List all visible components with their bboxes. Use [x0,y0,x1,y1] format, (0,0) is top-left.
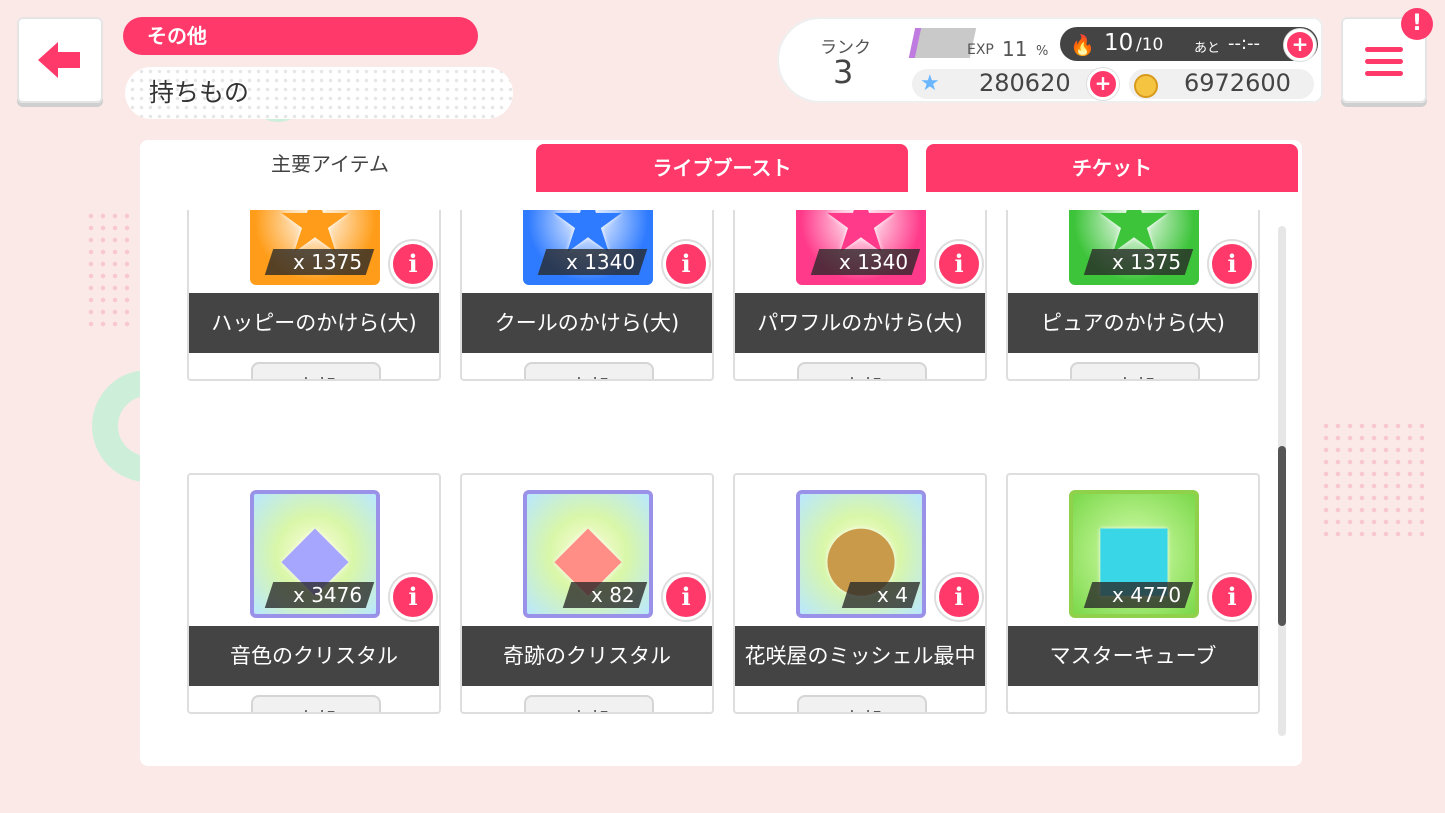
item-quantity-badge: x 82 [563,582,648,608]
item-quantity-badge: x 4 [841,582,921,608]
item-info-button[interactable]: i [1209,574,1255,620]
coin-icon [1134,74,1158,98]
item-list-panel: 主要アイテム ライブブースト チケット ★x 1375iハッピーのかけら(大)売… [140,140,1302,766]
item-card: ★x 1375i ハッピーのかけら(大) 売却 [187,210,441,381]
scrollbar-track[interactable] [1278,226,1286,736]
item-name: 花咲屋のミッシェル最中 [735,626,985,686]
item-quantity: x 4 [877,583,908,607]
star-gem-count: 280620 [979,69,1071,97]
item-thumbnail[interactable]: ★ x 1375 [250,210,380,285]
item-thumbnail[interactable]: ◆ x 82 [523,490,653,618]
item-card: ◆x 82i 奇跡のクリスタル売却 [460,473,714,714]
star-gem-icon: ★ [920,71,940,96]
item-name: マスターキューブ [1008,626,1258,686]
item-quantity-badge: x 1375 [264,249,375,275]
live-points-max: /10 [1136,35,1164,55]
live-points-pill: 🔥 10 /10 あと --:-- [1060,27,1318,61]
back-button[interactable] [17,17,103,103]
item-quantity: x 82 [591,583,635,607]
item-quantity: x 1375 [292,250,362,274]
exp-label: EXP [967,42,994,58]
item-thumbnail[interactable]: ● x 4 [796,490,926,618]
add-live-points-button[interactable]: + [1284,29,1316,61]
exp-unit: % [1036,44,1049,59]
item-name: パワフルのかけら(大) [735,293,985,353]
rank-value: 3 [833,53,854,91]
player-status-panel: ランク 3 EXP 11 % 🔥 10 /10 あと --:-- + ★ 280… [777,17,1323,103]
item-card: ●x 4i 花咲屋のミッシェル最中売却 [733,473,987,714]
item-info-button[interactable]: i [663,574,709,620]
flame-icon: 🔥 [1070,33,1095,57]
sell-button[interactable]: 売却 [524,695,654,712]
screen-category: その他 [123,17,478,55]
item-info-button[interactable]: i [390,574,436,620]
item-card: ◆x 3476i 音色のクリスタル売却 [187,473,441,714]
item-card: ★x 1375i ピュアのかけら(大) 売却 [1006,210,1260,381]
live-points-value: 10 [1104,30,1134,56]
cannot-sell-label: 売却できません [1008,707,1258,712]
item-quantity-badge: x 3476 [264,582,375,608]
item-quantity-badge: x 4770 [1083,582,1194,608]
item-quantity: x 1340 [565,250,635,274]
exp-value: 11 [1002,37,1028,61]
item-info-button[interactable]: i [663,241,709,287]
item-name: 音色のクリスタル [189,626,439,686]
bg-dots-deco [1320,420,1430,540]
item-grid: ★x 1375iハッピーのかけら(大)売却★x 1340iクールのかけら(大)売… [140,210,1270,738]
back-arrow-icon [38,42,80,78]
sell-button[interactable]: 売却 [251,362,381,379]
item-card: ■x 4770i マスターキューブ売却できません [1006,473,1260,714]
item-thumbnail[interactable]: ★ x 1340 [796,210,926,285]
item-card: ★x 1340i クールのかけら(大) 売却 [460,210,714,381]
item-quantity-badge: x 1340 [810,249,921,275]
item-thumbnail[interactable]: ◆ x 3476 [250,490,380,618]
screen-title: 持ちもの [125,67,513,119]
item-card: ★x 1340i パワフルのかけら(大) 売却 [733,210,987,381]
item-thumbnail[interactable]: ■ x 4770 [1069,490,1199,618]
bg-dots-deco [85,210,135,330]
item-name: ピュアのかけら(大) [1008,293,1258,353]
item-quantity: x 1340 [838,250,908,274]
sell-button[interactable]: 売却 [797,695,927,712]
sell-button[interactable]: 売却 [251,695,381,712]
recover-label: あと [1194,41,1221,56]
item-quantity: x 1375 [1111,250,1181,274]
notification-alert-icon: ! [1401,8,1433,40]
tab-tickets[interactable]: チケット [926,144,1298,192]
item-quantity: x 4770 [1111,583,1181,607]
item-thumbnail[interactable]: ★ x 1340 [523,210,653,285]
item-thumbnail[interactable]: ★ x 1375 [1069,210,1199,285]
sell-button[interactable]: 売却 [524,362,654,379]
tab-live-boost[interactable]: ライブブースト [536,144,908,192]
item-name: 奇跡のクリスタル [462,626,712,686]
sell-button[interactable]: 売却 [1070,362,1200,379]
buy-star-gems-button[interactable]: + [1087,68,1119,100]
item-info-button[interactable]: i [936,574,982,620]
item-quantity: x 3476 [292,583,362,607]
item-quantity-badge: x 1340 [537,249,648,275]
coin-count: 6972600 [1184,69,1291,97]
scrollbar-thumb[interactable] [1278,446,1286,626]
tab-main-items[interactable]: 主要アイテム [140,140,520,192]
item-info-button[interactable]: i [390,241,436,287]
item-info-button[interactable]: i [1209,241,1255,287]
sell-button[interactable]: 売却 [797,362,927,379]
item-name: クールのかけら(大) [462,293,712,353]
screen-title-box: その他 持ちもの [123,17,513,119]
recover-time: --:-- [1228,33,1261,54]
item-info-button[interactable]: i [936,241,982,287]
item-quantity-badge: x 1375 [1083,249,1194,275]
item-name: ハッピーのかけら(大) [189,293,439,353]
